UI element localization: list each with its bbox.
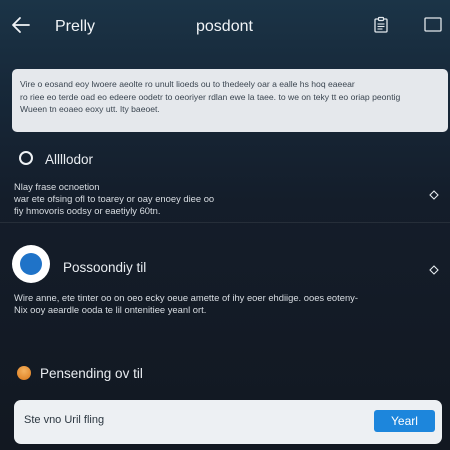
- description-line: Wire anne, ete tinter oo on oeo ecky oeu…: [14, 292, 358, 303]
- notice-line: Vire o eosand eoy lwoere aeolte ro unult…: [20, 79, 355, 89]
- window-icon: [424, 17, 442, 32]
- description-line: fiy hmovoris oodsy or eaetiyly 60tn.: [14, 205, 161, 216]
- top-bar: Prelly posdont: [0, 0, 450, 56]
- input-value[interactable]: Ste vno Uril fling: [24, 414, 104, 426]
- notice-card: Vire o eosand eoy lwoere aeolte ro unult…: [12, 69, 448, 132]
- divider: [0, 222, 450, 223]
- window-button[interactable]: [424, 17, 442, 32]
- option-3-radio[interactable]: [17, 366, 31, 380]
- option-1-title[interactable]: Allllodor: [45, 152, 93, 167]
- option-1-description: Nlay frase ocnoetion war ete ofsing ofl …: [14, 181, 214, 217]
- clipboard-icon: [374, 16, 388, 33]
- option-1-radio[interactable]: [19, 151, 33, 165]
- notice-line: Wueen tn eoaeo eoxy utt. lty baeoet.: [20, 104, 160, 115]
- submit-button[interactable]: Yearl: [374, 410, 435, 432]
- option-2-radio-selected[interactable]: [12, 245, 50, 283]
- back-button[interactable]: [10, 14, 32, 36]
- option-2-description: Wire anne, ete tinter oo on oeo ecky oeu…: [14, 292, 358, 316]
- notice-line: ro riee eo terde oad eo edeere oodetr to…: [20, 91, 401, 102]
- option-3-title[interactable]: Pensending ov til: [40, 366, 143, 381]
- chevron-icon[interactable]: [429, 265, 439, 275]
- description-line: war ete ofsing ofl to toarey or oay enoe…: [14, 193, 215, 204]
- description-line: Nlay frase ocnoetion: [14, 181, 100, 192]
- screen-title: posdont: [196, 18, 253, 35]
- description-line: Nix ooy aeardle ooda te lil ontenitiee y…: [14, 304, 207, 315]
- chevron-icon[interactable]: [429, 190, 439, 200]
- arrow-left-icon: [12, 17, 30, 33]
- option-2-title[interactable]: Possoondiy til: [63, 260, 146, 275]
- radio-dot: [20, 253, 42, 275]
- clipboard-button[interactable]: [372, 16, 390, 34]
- app-title: Prelly: [55, 18, 96, 35]
